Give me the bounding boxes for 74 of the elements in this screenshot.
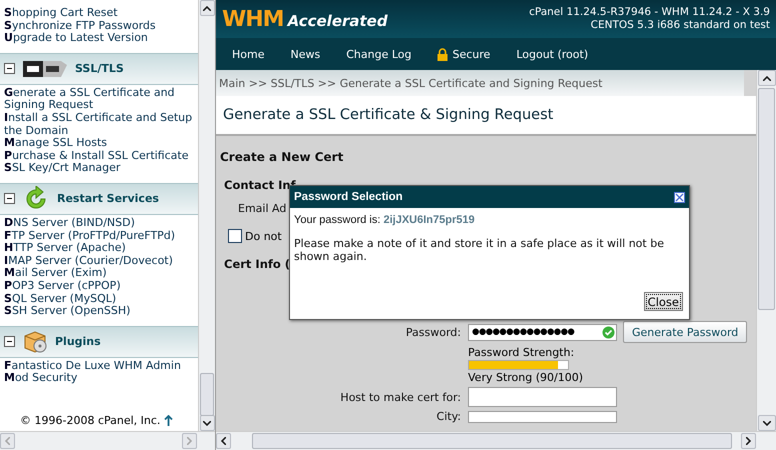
plugin-box-icon [23, 330, 47, 354]
section-title: Plugins [55, 335, 101, 348]
text-field[interactable] [468, 387, 617, 407]
sidebar-link[interactable]: Shopping Cart Reset [4, 7, 194, 20]
sidebar-link[interactable]: SQL Server (MySQL) [4, 292, 194, 306]
sidebar-link[interactable]: Mod Security [4, 372, 194, 385]
dialog-message: Please make a note of it and store it in a safe place as it will not be shown again. [294, 237, 665, 263]
password-field[interactable]: ●●●●●●●●●●●●●●● [468, 324, 617, 340]
field-label: Password: [404, 326, 461, 338]
scrollbar[interactable] [756, 70, 776, 431]
generate-password-button[interactable]: Generate Password [623, 321, 748, 343]
caret-left-icon [221, 437, 226, 445]
scroll-thumb[interactable] [252, 433, 732, 449]
logo-subtitle: Accelerated [288, 12, 388, 30]
section-title: SSL/TLS [75, 62, 124, 76]
page-title: Generate a SSL Certificate & Signing Request [223, 107, 554, 123]
nav-link[interactable]: Logout (root) [516, 48, 588, 60]
copyright-text: © 1996-2008 cPanel, Inc. [20, 414, 160, 427]
nav-link[interactable]: Change Log [346, 48, 412, 60]
dialog-title: Password Selection [294, 191, 403, 203]
caret-left-icon [5, 437, 10, 445]
sidebar-link[interactable]: SSL Key/Crt Manager [4, 162, 194, 175]
sidebar-link[interactable]: Mail Server (Exim) [4, 267, 194, 280]
nav-link[interactable]: Home [232, 48, 264, 60]
field-label: City: [436, 410, 461, 423]
version-text: CENTOS 5.3 i686 standard on test [590, 19, 770, 32]
sidebar-link[interactable]: DNS Server (BIND/NSD) [4, 216, 194, 230]
close-button[interactable] [674, 192, 685, 202]
nav-link[interactable]: Secure [437, 48, 490, 60]
version-text: cPanel 11.24.5-R37946 - WHM 11.24.2 - X 3.9 [529, 6, 770, 19]
collapse-icon[interactable] [4, 193, 15, 204]
breadcrumb: Main >> SSL/TLS >> Generate a SSL Certificate and Signing Request [216, 70, 744, 96]
sidebar-link[interactable]: Purchase & Install SSL Certificate [4, 150, 194, 162]
collapse-icon[interactable] [4, 63, 15, 74]
scrollbar[interactable] [198, 0, 215, 431]
strength-label: Password Strength: [468, 346, 576, 359]
scroll-left-button[interactable] [216, 433, 231, 449]
scroll-up-button[interactable] [200, 0, 215, 16]
caret-up-icon [203, 6, 212, 10]
strength-text: Very Strong (90/100) [468, 371, 584, 384]
sidebar-link[interactable]: HTTP Server (Apache) [4, 242, 194, 255]
sidebar-link[interactable]: Synchronize FTP Passwords [4, 20, 194, 32]
sidebar-link[interactable]: Upgrade to Latest Version [4, 32, 194, 45]
sidebar-link[interactable]: POP3 Server (cPPOP) [4, 280, 194, 292]
arrow-up-icon[interactable] [164, 415, 174, 426]
field-label: Host to make cert for: [339, 390, 461, 404]
scroll-thumb[interactable] [758, 88, 775, 310]
scroll-thumb[interactable] [200, 373, 214, 416]
sidebar-link[interactable]: IMAP Server (Courier/Dovecot) [4, 254, 194, 268]
section-heading: Create a New Cert [220, 150, 344, 164]
sidebar-link[interactable]: SSH Server (OpenSSH) [4, 305, 194, 318]
caret-right-icon [746, 437, 751, 445]
checkbox[interactable] [228, 229, 242, 243]
sidebar-link[interactable]: Fantastico De Luxe WHM Admin [4, 360, 194, 372]
password-message: Your password is: 2ijJXU6In75pr519 [294, 214, 476, 226]
sidebar-link[interactable]: FTP Server (ProFTPd/PureFTPd) [4, 230, 194, 242]
caret-down-icon [762, 420, 770, 426]
scroll-right-button[interactable] [741, 433, 756, 449]
text-field[interactable] [468, 410, 617, 422]
scroll-up-button[interactable] [758, 70, 776, 86]
close-button[interactable]: Close [644, 292, 683, 311]
checkbox-label: Do not [245, 230, 282, 242]
caret-up-icon [762, 76, 770, 80]
caret-right-icon [187, 437, 192, 445]
sidebar-link[interactable]: Manage SSL Hosts [4, 137, 194, 150]
horizontal-scrollbar[interactable] [216, 431, 776, 450]
field-label: Email Ad [238, 202, 288, 215]
logo-text: WHM [222, 6, 284, 32]
section-title: Restart Services [57, 192, 159, 206]
nav-link[interactable]: News [290, 48, 320, 60]
scroll-down-button[interactable] [200, 415, 215, 431]
scroll-down-button[interactable] [758, 415, 776, 431]
collapse-icon[interactable] [4, 336, 15, 348]
caret-down-icon [203, 420, 212, 426]
